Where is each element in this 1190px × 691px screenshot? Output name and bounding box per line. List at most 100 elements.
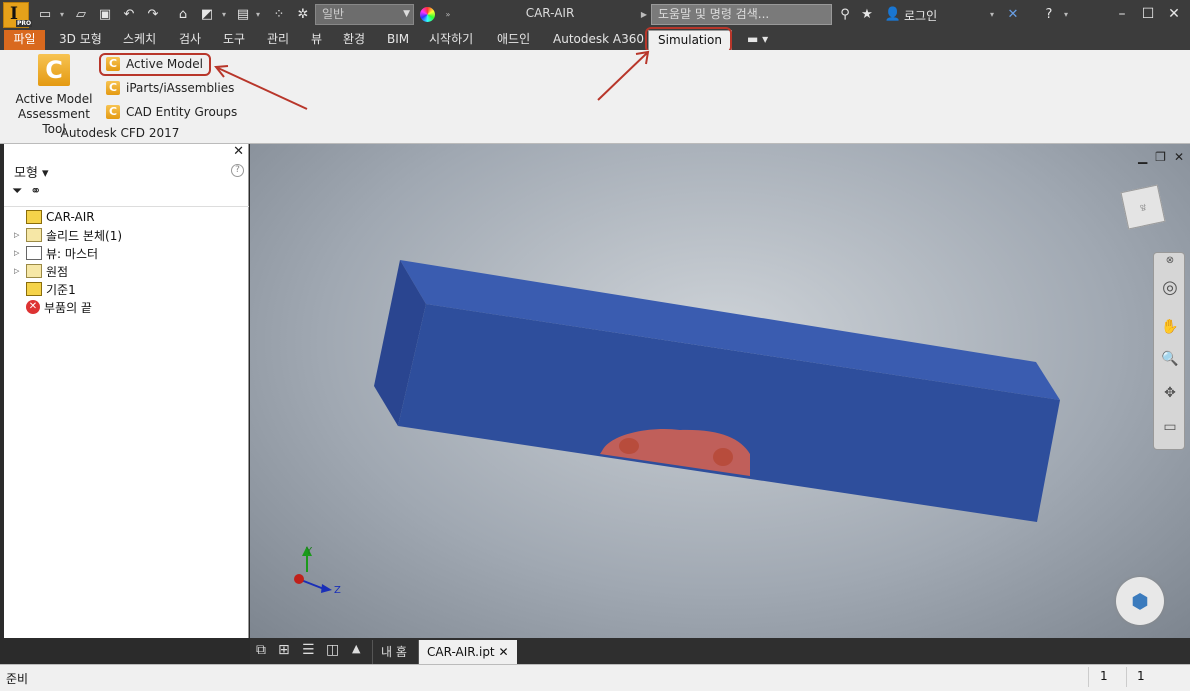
tab-simulation[interactable]: Simulation xyxy=(648,30,732,50)
expand-icon[interactable]: ▷ xyxy=(14,249,22,257)
cad-entity-groups-button[interactable]: C CAD Entity Groups xyxy=(106,102,237,122)
window-title: CAR-AIR xyxy=(525,6,575,20)
car-wheel xyxy=(619,438,639,454)
home-icon[interactable]: ⌂ xyxy=(174,6,192,24)
tree-item-root[interactable]: CAR-AIR xyxy=(14,208,95,226)
help-search-input[interactable]: 도움말 및 명령 검색... xyxy=(651,4,832,25)
tab-inspect[interactable]: 검사 xyxy=(170,30,210,50)
tab-a360[interactable]: Autodesk A360 xyxy=(544,30,653,50)
tree-item-end-of-part[interactable]: ✕ 부품의 끝 xyxy=(14,298,92,316)
ribbon-display-options-icon[interactable]: ▬ ▾ xyxy=(738,30,777,50)
tree-item-view-master[interactable]: ▷ 뷰: 마스터 xyxy=(14,244,98,262)
cfd-icon: C xyxy=(106,105,120,119)
document-tab-bar: ⧉ ⊞ ☰ ◫ ▲ 내 홈 CAR-AIR.ipt ✕ xyxy=(250,638,1190,664)
measure-icon[interactable]: ⁘ xyxy=(270,6,288,24)
expand-tabs-icon[interactable]: ▲ xyxy=(352,642,360,655)
tree-item-origin[interactable]: ▷ 원점 xyxy=(14,262,68,280)
iparts-button[interactable]: C iParts/iAssemblies xyxy=(106,78,234,98)
telescope-icon[interactable]: ⚲ xyxy=(836,6,854,24)
expand-search-icon[interactable]: ▶ xyxy=(640,6,648,24)
settings-gear-icon[interactable]: ✲ xyxy=(294,6,312,24)
close-icon[interactable]: ✕ xyxy=(1162,3,1186,25)
minimize-icon[interactable]: – xyxy=(1110,3,1134,25)
inventor-logo[interactable]: I PRO xyxy=(3,2,33,28)
cfd-icon: C xyxy=(38,54,70,86)
tab-get-started[interactable]: 시작하기 xyxy=(420,30,482,50)
appearance-icon[interactable]: ▤ xyxy=(234,6,252,24)
more-tools-icon[interactable]: » xyxy=(444,6,452,24)
tree-item-label: 기준1 xyxy=(46,282,76,297)
save-icon[interactable]: ▣ xyxy=(96,6,114,24)
material-icon[interactable]: ◩ xyxy=(198,6,216,24)
undo-icon[interactable]: ↶ xyxy=(120,6,138,24)
close-icon[interactable]: ✕ xyxy=(233,144,244,159)
browser-title[interactable]: 모형 ▾ xyxy=(14,162,49,181)
steering-wheel-icon[interactable]: ◎ xyxy=(1161,277,1179,298)
login-label[interactable]: 로그인 xyxy=(904,7,937,24)
tab-environments[interactable]: 환경 xyxy=(334,30,374,50)
orbit-icon[interactable]: ✥ xyxy=(1161,385,1179,403)
new-file-icon[interactable]: ▭ xyxy=(36,6,54,24)
login-dropdown-icon[interactable]: ▾ xyxy=(988,6,996,24)
expand-icon[interactable]: ▷ xyxy=(14,267,22,275)
axis-x-origin xyxy=(294,574,304,584)
tile-horizontal-icon[interactable]: ☰ xyxy=(302,642,315,658)
user-icon[interactable]: 👤 xyxy=(884,6,902,24)
open-folder-icon[interactable]: ▱ xyxy=(72,6,90,24)
tab-tools[interactable]: 도구 xyxy=(214,30,254,50)
status-count-1: 1 xyxy=(1100,669,1108,683)
graphics-viewport[interactable]: ▁ ❐ ✕ 앞 Y Z ⊗ ◎ ✋ 🔍 ✥ ▭ ⬢ xyxy=(250,144,1190,638)
material-dropdown-icon[interactable]: ▾ xyxy=(220,6,228,24)
tree-item-solid-bodies[interactable]: ▷ 솔리드 본체(1) xyxy=(14,226,122,244)
end-of-part-icon: ✕ xyxy=(26,300,40,314)
zoom-icon[interactable]: 🔍 xyxy=(1161,351,1179,369)
cascade-windows-icon[interactable]: ⧉ xyxy=(256,642,266,658)
status-count-2: 1 xyxy=(1137,669,1145,683)
style-select[interactable]: 일반 ▼ xyxy=(315,4,414,25)
status-text: 준비 xyxy=(6,672,29,686)
tree-item-datum1[interactable]: 기준1 xyxy=(14,280,76,298)
active-model-button[interactable]: C Active Model xyxy=(106,54,203,74)
color-wheel-icon[interactable] xyxy=(420,7,435,22)
tile-vertical-icon[interactable]: ◫ xyxy=(326,642,339,658)
tab-my-home[interactable]: 내 홈 xyxy=(372,640,415,664)
star-icon[interactable]: ★ xyxy=(858,6,876,24)
redo-icon[interactable]: ↷ xyxy=(144,6,162,24)
pan-hand-icon[interactable]: ✋ xyxy=(1161,319,1179,337)
filter-icon[interactable]: ⏷ xyxy=(12,184,22,199)
help-icon[interactable]: ? xyxy=(1040,6,1058,24)
active-model-label: Active Model xyxy=(126,57,203,71)
tab-3d-model[interactable]: 3D 모형 xyxy=(50,30,111,50)
tab-bim[interactable]: BIM xyxy=(378,30,418,50)
look-at-icon[interactable]: ▭ xyxy=(1161,419,1179,437)
help-dropdown-icon[interactable]: ▾ xyxy=(1062,6,1070,24)
model-browser: ✕ 모형 ▾ ? ⏷ ⚭ CAR-AIR ▷ 솔리드 본체(1) ▷ 뷰: 마스… xyxy=(4,144,249,638)
tab-car-air-ipt[interactable]: CAR-AIR.ipt ✕ xyxy=(418,640,517,664)
tab-addins[interactable]: 애드인 xyxy=(488,30,539,50)
style-select-value: 일반 xyxy=(322,7,345,21)
part-icon xyxy=(26,210,42,224)
new-dropdown-icon[interactable]: ▾ xyxy=(58,6,66,24)
cad-entity-groups-label: CAD Entity Groups xyxy=(126,105,238,119)
active-model-assessment-tool-button[interactable]: C Active Model Assessment Tool xyxy=(6,54,102,137)
tab-file[interactable]: 파일 xyxy=(4,30,45,50)
help-icon[interactable]: ? xyxy=(231,164,244,177)
close-icon[interactable]: ⊗ xyxy=(1161,255,1179,273)
divider xyxy=(1088,667,1089,687)
share-view-button[interactable]: ⬢ xyxy=(1116,577,1164,625)
cfd-icon: C xyxy=(106,81,120,95)
tab-manage[interactable]: 관리 xyxy=(258,30,298,50)
tile-windows-icon[interactable]: ⊞ xyxy=(278,642,290,658)
appearance-dropdown-icon[interactable]: ▾ xyxy=(254,6,262,24)
big-tool-label-1: Active Model xyxy=(15,92,93,106)
binoculars-icon[interactable]: ⚭ xyxy=(30,184,41,199)
expand-icon[interactable]: ▷ xyxy=(14,231,22,239)
close-icon[interactable]: ✕ xyxy=(498,645,508,659)
tab-sketch[interactable]: 스케치 xyxy=(114,30,165,50)
tab-view[interactable]: 뷰 xyxy=(302,30,331,50)
ribbon-panel: C Active Model Assessment Tool C Active … xyxy=(0,50,1190,144)
axis-z-label: Z xyxy=(334,585,341,596)
exchange-icon[interactable]: ✕ xyxy=(1004,6,1022,24)
solid-bodies-folder-icon xyxy=(26,228,42,242)
maximize-icon[interactable]: ☐ xyxy=(1136,3,1160,25)
